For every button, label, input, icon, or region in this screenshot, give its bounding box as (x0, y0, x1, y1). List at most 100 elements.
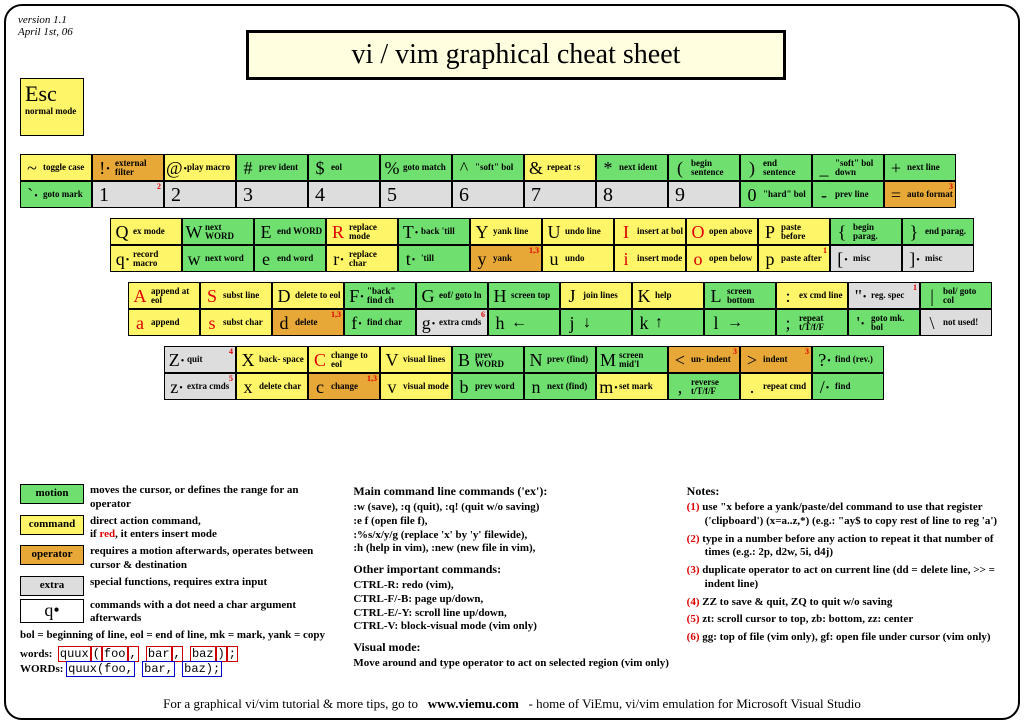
key-char: + (885, 159, 907, 177)
key-char: H (489, 287, 511, 305)
legend-swatch: command (20, 515, 84, 535)
key-E: Eend WORD (254, 218, 326, 245)
key-char: Q (111, 223, 133, 241)
key-char: M (597, 351, 619, 369)
key-char: _ (813, 159, 835, 177)
key-note-ref: 1,3 (331, 311, 341, 319)
key-]: ]misc (902, 245, 974, 272)
key-r: rreplace char (326, 245, 398, 272)
key-label: insert at bol (637, 227, 685, 236)
key-!: !external filter (92, 154, 164, 181)
key-char: J (561, 287, 583, 305)
notes-column: Notes: (1) use "x before a yank/paste/de… (687, 484, 1004, 677)
key-label: visual mode (403, 382, 451, 391)
key-label: ← (511, 315, 559, 331)
key-label: insert mode (637, 254, 685, 263)
key-label: eof/ goto ln (439, 291, 487, 300)
legend-text: special functions, requires extra input (90, 576, 267, 590)
key-label: "soft" bol down (835, 159, 883, 177)
key-h: h← (488, 309, 560, 336)
key-M: Mscreen mid'l (596, 346, 668, 373)
key-': 'goto mk. bol (848, 309, 920, 336)
key-char: ^ (453, 159, 475, 177)
key-label: end parag. (925, 227, 973, 236)
other-text: CTRL-R: redo (vim), CTRL-F/-B: page up/d… (353, 579, 670, 634)
key-label: extra cmds (187, 382, 235, 391)
key-label: goto mk. bol (871, 314, 919, 332)
page-frame: version 1.1 April 1st, 06 vi / vim graph… (4, 4, 1020, 720)
key-char: v (381, 378, 403, 396)
key-char: ) (741, 159, 763, 177)
key-char: c (309, 378, 331, 396)
key-label: next WORD (205, 223, 253, 241)
key-row: qrecord macrownext wordeend wordrreplace… (110, 245, 974, 272)
key-label: back 'till (421, 227, 469, 236)
key-label: screen bottom (727, 287, 775, 305)
key-\: \not used! (920, 309, 992, 336)
key-char: . (741, 378, 763, 396)
key-1: 12 (92, 181, 164, 208)
key-char: e (255, 250, 277, 268)
key-o: oopen below (686, 245, 758, 272)
key-n: nnext (find) (524, 373, 596, 400)
key-char: f (345, 314, 367, 332)
key-": "reg. spec1 (848, 282, 920, 309)
key-row: `goto mark12234567890"hard" bol-prev lin… (20, 181, 956, 208)
key-note-ref: 6 (481, 311, 485, 319)
key-char: s (201, 314, 223, 332)
key-label: misc (925, 254, 973, 263)
version-text: version 1.1 (18, 14, 1006, 26)
key-g: gextra cmds6 (416, 309, 488, 336)
key-char: m (597, 378, 619, 396)
notes-heading: Notes: (687, 484, 1004, 499)
visual-text: Move around and type operator to act on … (353, 657, 670, 671)
ex-text: :w (save), :q (quit), :q! (quit w/o savi… (353, 501, 670, 556)
key-label: un- indent (691, 355, 739, 364)
key-note-ref: 1,3 (529, 247, 539, 255)
key-label: paste after (781, 254, 829, 263)
key-%: %goto match (380, 154, 452, 181)
key-#: #prev ident (236, 154, 308, 181)
key-u: uundo (542, 245, 614, 272)
key-char: D (273, 287, 295, 305)
key-char: " (849, 287, 871, 305)
key-char: , (669, 378, 691, 396)
key-.: .repeat cmd (740, 373, 812, 400)
key-char: q (111, 250, 133, 268)
key-char: g (417, 314, 439, 332)
key-label: prev WORD (475, 351, 523, 369)
key-D: Ddelete to eol (272, 282, 344, 309)
key-label: delete (295, 318, 343, 327)
esc-key-char: Esc (25, 81, 79, 107)
key-label: ex mode (133, 227, 181, 236)
key-label: → (727, 315, 775, 331)
key-,: ,reverse t/T/f/F (668, 373, 740, 400)
key-char: T (399, 223, 421, 241)
key-char: a (129, 314, 151, 332)
key-;: ;repeat t/T/f/F (776, 309, 848, 336)
key-label: prev line (835, 190, 883, 199)
key-k: k↑ (632, 309, 704, 336)
key-char: \ (921, 314, 943, 332)
key-char: A (129, 287, 151, 305)
note-3: (3) duplicate operator to act on current… (687, 564, 1004, 592)
key-label: misc (853, 254, 901, 263)
key-V: Vvisual lines (380, 346, 452, 373)
key-char: 8 (597, 185, 619, 205)
key-row: aappendssubst charddelete1,3ffind charge… (128, 309, 992, 336)
key-char: r (327, 250, 349, 268)
key-char: 2 (165, 185, 187, 205)
key-label: yank (493, 254, 541, 263)
key-label: subst char (223, 318, 271, 327)
key-label: auto format (907, 190, 955, 199)
key-char: 0 (741, 186, 763, 204)
key-_: _"soft" bol down (812, 154, 884, 181)
page-title: vi / vim graphical cheat sheet (246, 30, 786, 80)
key-char: t (399, 250, 421, 268)
key-label: quit (187, 355, 235, 364)
key-U: Uundo line (542, 218, 614, 245)
key-F: F"back" find ch (344, 282, 416, 309)
key-R: Rreplace mode (326, 218, 398, 245)
key-char: u (543, 250, 565, 268)
key-char: 6 (453, 185, 475, 205)
